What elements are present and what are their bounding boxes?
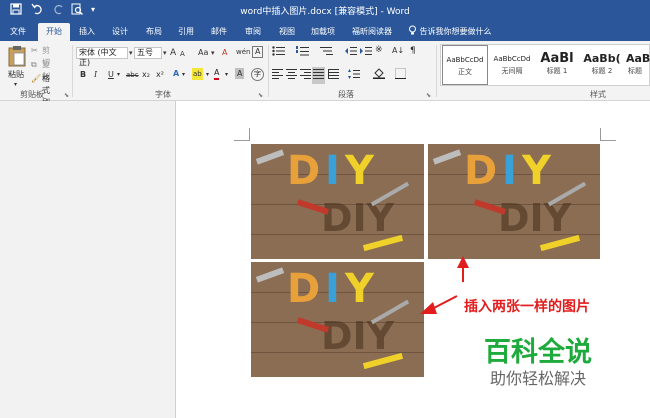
arrow-left-icon [420, 295, 458, 314]
annotation-text: 插入两张一样的图片 [464, 299, 590, 315]
arrow-up-icon [457, 256, 469, 282]
watermark-subtitle: 助你轻松解决 [490, 369, 587, 388]
watermark-title: 百科全说 [484, 337, 592, 368]
